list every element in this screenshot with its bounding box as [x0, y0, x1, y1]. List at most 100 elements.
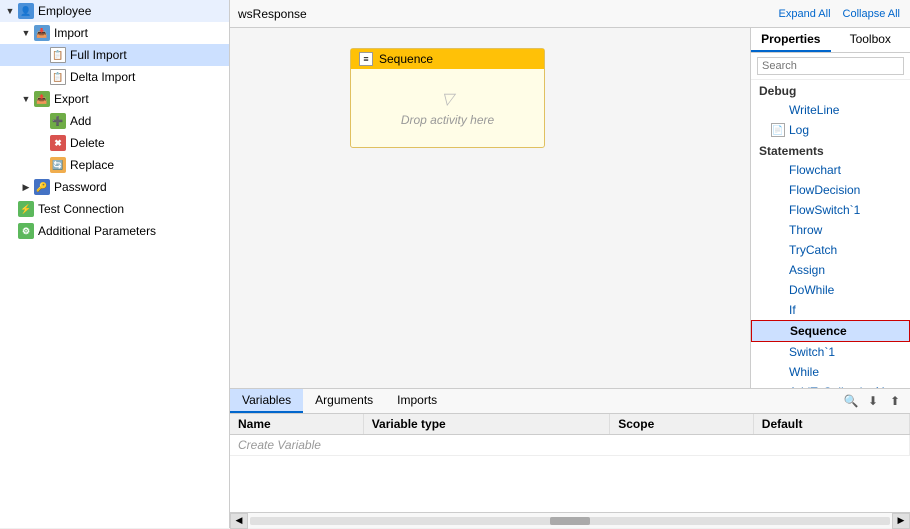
- sidebar-item-replace[interactable]: 🔄 Replace: [0, 154, 229, 176]
- props-item-if[interactable]: If: [751, 300, 910, 320]
- create-variable-row[interactable]: Create Variable: [230, 435, 910, 456]
- sidebar-item-label-add: Add: [70, 114, 91, 128]
- props-item-flowdecision[interactable]: FlowDecision: [751, 180, 910, 200]
- search-bottom-icon[interactable]: 🔍: [842, 392, 860, 410]
- import-icon: 📥: [34, 25, 50, 41]
- canvas[interactable]: ≡ Sequence ▽ Drop activity here: [230, 28, 750, 388]
- props-item-label-flowchart: Flowchart: [789, 163, 841, 177]
- password-icon: 🔑: [34, 179, 50, 195]
- variables-table: NameVariable typeScopeDefault Create Var…: [230, 414, 910, 456]
- props-item-label-trycatch: TryCatch: [789, 243, 837, 257]
- main-area: wsResponse Expand All Collapse All ≡ Seq…: [230, 0, 910, 528]
- props-item-sequence[interactable]: Sequence: [751, 320, 910, 342]
- if-icon: [771, 303, 785, 317]
- chevron-icon-replace: [36, 159, 48, 171]
- sidebar-item-addparams[interactable]: ⚙ Additional Parameters: [0, 220, 229, 242]
- sidebar-item-label-delete: Delete: [70, 136, 105, 150]
- expand-bottom-icon[interactable]: ⬆: [886, 392, 904, 410]
- toolbox-search-input[interactable]: [757, 57, 904, 75]
- chevron-icon-import: ▼: [20, 27, 32, 39]
- sidebar-item-label-password: Password: [54, 180, 107, 194]
- sidebar-item-fullimport[interactable]: 📋 Full Import: [0, 44, 229, 66]
- bottom-tab-arguments[interactable]: Arguments: [303, 389, 385, 413]
- testconn-icon: ⚡: [18, 201, 34, 217]
- export-icon: 📤: [34, 91, 50, 107]
- col-header-default: Default: [753, 414, 909, 435]
- scroll-track: [250, 517, 890, 525]
- while-icon: [771, 365, 785, 379]
- props-item-flowswitch[interactable]: FlowSwitch`1: [751, 200, 910, 220]
- props-item-label-sequence: Sequence: [790, 324, 847, 338]
- props-item-trycatch[interactable]: TryCatch: [751, 240, 910, 260]
- sidebar-item-deltaimport[interactable]: 📋Delta Import: [0, 66, 229, 88]
- props-item-assign[interactable]: Assign: [751, 260, 910, 280]
- sidebar-item-label-addparams: Additional Parameters: [38, 224, 156, 238]
- props-item-writeline[interactable]: WriteLine: [751, 100, 910, 120]
- fullimport-icon: 📋: [50, 47, 66, 63]
- chevron-icon-password: ▶: [20, 181, 32, 193]
- tab-properties[interactable]: Properties: [751, 28, 831, 52]
- props-item-switch1[interactable]: Switch`1: [751, 342, 910, 362]
- tab-toolbox[interactable]: Toolbox: [831, 28, 910, 52]
- scroll-right-btn[interactable]: ▶: [892, 513, 910, 529]
- flowswitch-icon: [771, 203, 785, 217]
- sequence-header-icon: ≡: [359, 52, 373, 66]
- col-header-name: Name: [230, 414, 363, 435]
- trycatch-icon: [771, 243, 785, 257]
- canvas-label: wsResponse: [238, 7, 307, 21]
- chevron-icon-delete: [36, 137, 48, 149]
- bottom-tab-variables[interactable]: Variables: [230, 389, 303, 413]
- bottom-tab-imports[interactable]: Imports: [385, 389, 449, 413]
- sequence-title: Sequence: [379, 52, 433, 66]
- sidebar-item-label-testconn: Test Connection: [38, 202, 124, 216]
- props-item-label-flowswitch: FlowSwitch`1: [789, 203, 860, 217]
- sidebar-item-label-import: Import: [54, 26, 88, 40]
- log-icon: 📄: [771, 123, 785, 137]
- minimize-bottom-icon[interactable]: ⬇: [864, 392, 882, 410]
- toolbox-search-box: [751, 53, 910, 80]
- props-item-flowchart[interactable]: Flowchart: [751, 160, 910, 180]
- properties-panel: Properties Toolbox DebugWriteLine📄LogSta…: [750, 28, 910, 388]
- flowdecision-icon: [771, 183, 785, 197]
- collapse-all-button[interactable]: Collapse All: [841, 8, 902, 20]
- delete-icon: ✖: [50, 135, 66, 151]
- toolbox-list: DebugWriteLine📄LogStatementsFlowchartFlo…: [751, 80, 910, 388]
- props-item-dowhile[interactable]: DoWhile: [751, 280, 910, 300]
- props-item-label-writeline: WriteLine: [789, 103, 839, 117]
- chevron-icon-employee: ▼: [4, 5, 16, 17]
- sidebar-item-testconn[interactable]: ⚡ Test Connection: [0, 198, 229, 220]
- switch-icon: [771, 345, 785, 359]
- chevron-icon-addparams: [4, 225, 16, 237]
- canvas-props-wrapper: ≡ Sequence ▽ Drop activity here Properti…: [230, 28, 910, 388]
- addparams-icon: ⚙: [18, 223, 34, 239]
- expand-all-button[interactable]: Expand All: [777, 8, 833, 20]
- props-item-log[interactable]: 📄 Log: [751, 120, 910, 140]
- props-item-label-log: Log: [789, 123, 809, 137]
- sidebar-item-label-export: Export: [54, 92, 89, 106]
- scroll-thumb: [550, 517, 590, 525]
- sidebar-item-import[interactable]: ▼📥 Import: [0, 22, 229, 44]
- deltaimport-icon: 📋: [50, 69, 66, 85]
- props-item-throw[interactable]: Throw: [751, 220, 910, 240]
- chevron-icon-export: ▼: [20, 93, 32, 105]
- sidebar-item-delete[interactable]: ✖ Delete: [0, 132, 229, 154]
- scroll-left-btn[interactable]: ◀: [230, 513, 248, 529]
- create-variable-cell[interactable]: Create Variable: [230, 435, 910, 456]
- throw-icon: [771, 223, 785, 237]
- props-item-label-assign: Assign: [789, 263, 825, 277]
- sidebar-item-export[interactable]: ▼📤 Export: [0, 88, 229, 110]
- props-item-label-while: While: [789, 365, 819, 379]
- col-header-scope: Scope: [610, 414, 754, 435]
- sidebar-item-employee[interactable]: ▼👤Employee: [0, 0, 229, 22]
- replace-icon: 🔄: [50, 157, 66, 173]
- sidebar-item-label-replace: Replace: [70, 158, 114, 172]
- chevron-icon-add: [36, 115, 48, 127]
- sequence-box: ≡ Sequence ▽ Drop activity here: [350, 48, 545, 148]
- props-item-while[interactable]: While: [751, 362, 910, 382]
- sidebar-item-label-fullimport: Full Import: [70, 48, 127, 62]
- sequence-body[interactable]: ▽ Drop activity here: [351, 69, 544, 147]
- sidebar-item-add[interactable]: ➕Add: [0, 110, 229, 132]
- employee-icon: 👤: [18, 3, 34, 19]
- props-item-label-if: If: [789, 303, 796, 317]
- sidebar-item-password[interactable]: ▶🔑 Password: [0, 176, 229, 198]
